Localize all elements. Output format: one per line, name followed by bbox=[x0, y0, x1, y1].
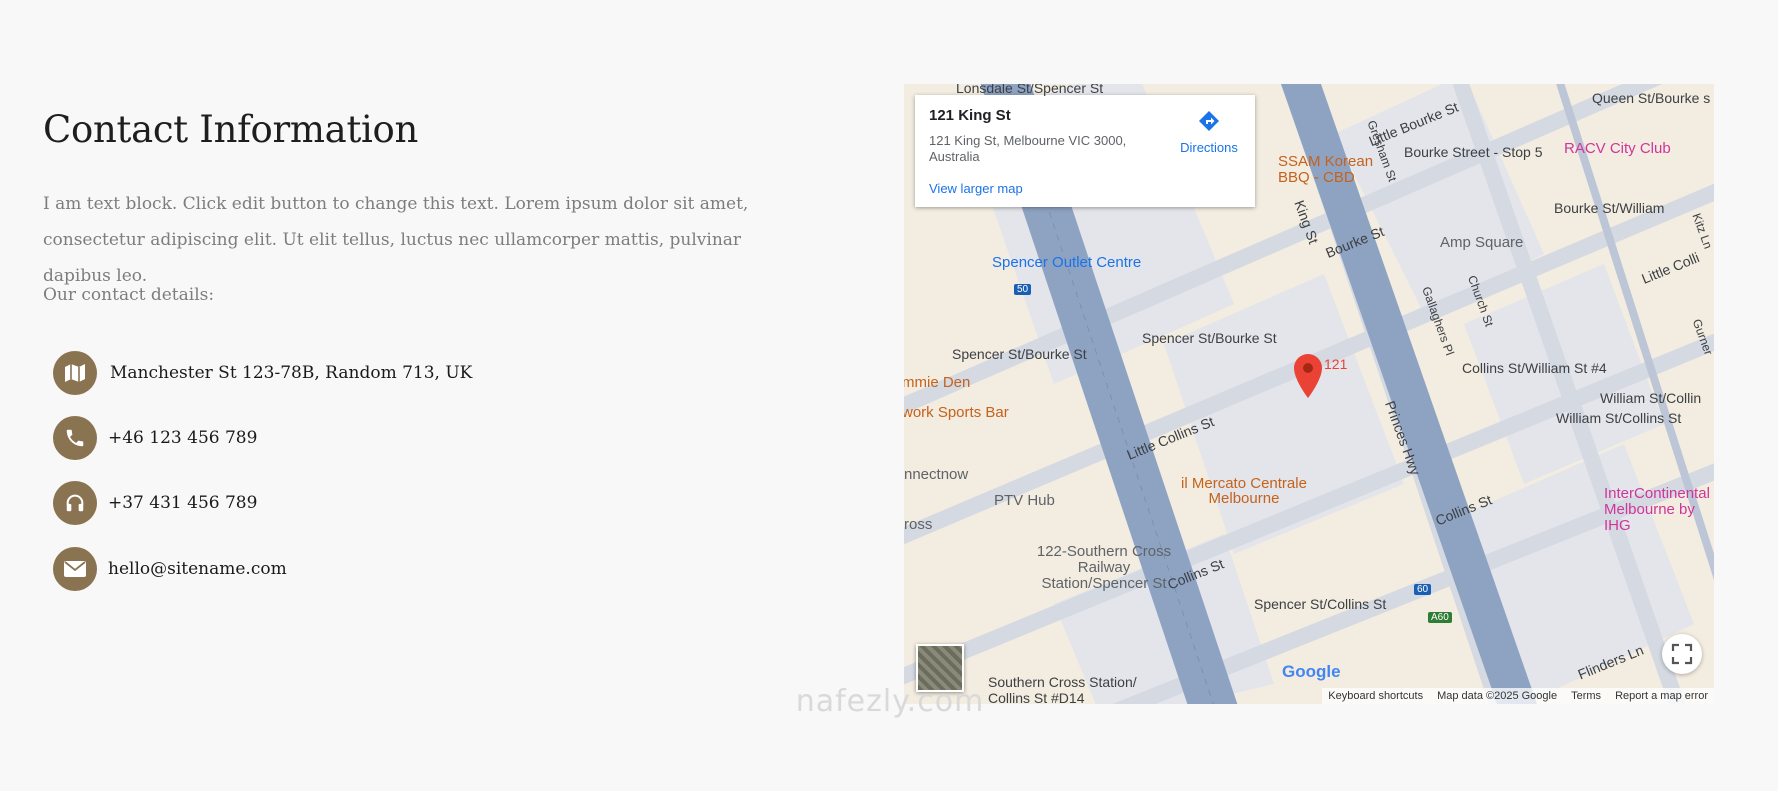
place-name: 121 King St bbox=[929, 107, 1011, 124]
page-title: Contact Information bbox=[43, 108, 419, 151]
google-logo-text: Google bbox=[1282, 662, 1341, 681]
map-label-ross: ross bbox=[904, 516, 933, 533]
map-label-william-collins-1: William St/Collin bbox=[1600, 390, 1702, 406]
map-data-credit: Map data ©2025 Google bbox=[1437, 690, 1558, 702]
map-label-william-collins-2: William St/Collins St bbox=[1556, 410, 1682, 426]
contact-address-text: Manchester St 123-78B, Random 713, UK bbox=[110, 363, 473, 383]
map-route-shield-a60: A60 bbox=[1428, 612, 1452, 623]
contact-item-support: +37 431 456 789 bbox=[53, 481, 257, 525]
map-label-bourke-william: Bourke St/William bbox=[1554, 200, 1665, 216]
contact-description: I am text block. Click edit button to ch… bbox=[43, 194, 749, 286]
phone-icon bbox=[53, 416, 97, 460]
map-marker-label: 121 bbox=[1324, 356, 1348, 372]
terms-link[interactable]: Terms bbox=[1571, 690, 1601, 702]
map-label-lonsdale: Lonsdale St/Spencer St bbox=[956, 84, 1104, 96]
map-label-spencer-bourke-2: Spencer St/Bourke St bbox=[952, 346, 1087, 362]
map-label-bourke-stop: Bourke Street - Stop 5 bbox=[1404, 144, 1543, 160]
map-label-racv: RACV City Club bbox=[1564, 140, 1671, 157]
contact-details-label: Our contact details: bbox=[43, 285, 215, 305]
map-label-southern-cross: Southern Cross Station/ Collins St #D14 bbox=[988, 674, 1137, 704]
map-label-il-mercato: il Mercato Centrale Melbourne bbox=[1181, 475, 1307, 507]
embedded-map[interactable]: 121 King St 121 King St, Melbourne VIC 3… bbox=[904, 84, 1714, 704]
contact-item-address: Manchester St 123-78B, Random 713, UK bbox=[53, 351, 472, 395]
contact-item-email: hello@sitename.com bbox=[53, 547, 287, 591]
headphones-icon bbox=[53, 481, 97, 525]
map-label-spencer-bourke-1: Spencer St/Bourke St bbox=[1142, 330, 1277, 346]
envelope-icon bbox=[53, 547, 97, 591]
directions-button[interactable]: Directions bbox=[1169, 109, 1249, 155]
map-label-intercontinental: InterContinental Melbourne by IHG bbox=[1604, 485, 1710, 534]
map-label-sports-bar: work Sports Bar bbox=[904, 404, 1009, 421]
map-footer: Keyboard shortcuts Map data ©2025 Google… bbox=[1322, 688, 1714, 704]
map-label-spencer-collins: Spencer St/Collins St bbox=[1254, 596, 1387, 612]
map-label-queen: Queen St/Bourke s bbox=[1592, 90, 1711, 106]
map-label-spencer-outlet: Spencer Outlet Centre bbox=[992, 254, 1142, 271]
directions-icon bbox=[1199, 111, 1219, 131]
map-label-mmie-den: mmie Den bbox=[904, 374, 971, 391]
place-info-card: 121 King St 121 King St, Melbourne VIC 3… bbox=[915, 95, 1255, 207]
map-label-ssam: SSAM Korean BBQ - CBD bbox=[1278, 153, 1374, 186]
map-label-ptv-hub: PTV Hub bbox=[994, 492, 1055, 509]
contact-phone-text: +46 123 456 789 bbox=[108, 428, 258, 448]
watermark: nafezly.com bbox=[795, 684, 985, 719]
view-larger-map-link[interactable]: View larger map bbox=[929, 181, 1023, 196]
map-label-collins-william-4: Collins St/William St #4 bbox=[1462, 360, 1607, 376]
contact-email-text: hello@sitename.com bbox=[108, 559, 287, 579]
map-label-nnectnow: nnectnow bbox=[904, 466, 969, 483]
directions-label: Directions bbox=[1180, 140, 1238, 155]
map-route-shield-50: 50 bbox=[1014, 284, 1032, 295]
map-label-amp-square: Amp Square bbox=[1440, 234, 1524, 251]
place-address: 121 King St, Melbourne VIC 3000, Austral… bbox=[929, 133, 1127, 164]
google-logo: Google bbox=[1282, 662, 1341, 682]
keyboard-shortcuts-link[interactable]: Keyboard shortcuts bbox=[1328, 690, 1423, 702]
report-error-link[interactable]: Report a map error bbox=[1615, 690, 1708, 702]
map-label-railway: 122-Southern Cross Railway Station/Spenc… bbox=[1036, 543, 1172, 592]
fullscreen-button[interactable] bbox=[1662, 634, 1702, 674]
map-route-shield-60: 60 bbox=[1414, 584, 1432, 595]
map-icon bbox=[53, 351, 97, 395]
contact-support-text: +37 431 456 789 bbox=[108, 493, 258, 513]
fullscreen-icon bbox=[1671, 643, 1693, 665]
contact-item-phone: +46 123 456 789 bbox=[53, 416, 257, 460]
